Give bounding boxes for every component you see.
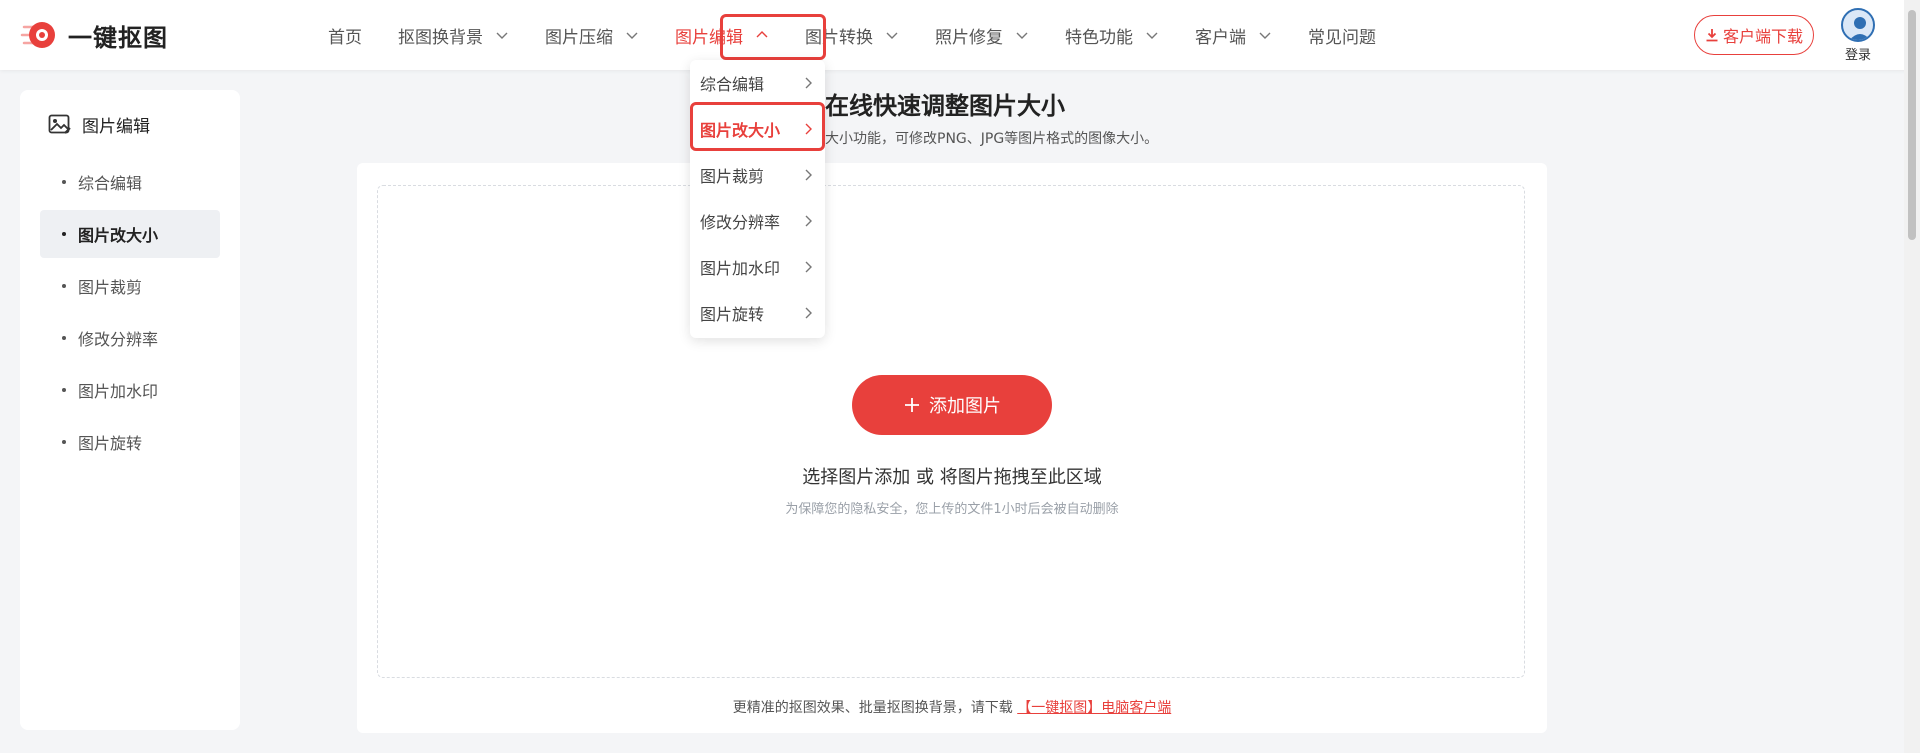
nav-client[interactable]: 客户端 [1177, 0, 1290, 70]
chevron-right-icon [805, 77, 812, 89]
page-subtitle: 大小功能，可修改PNG、JPG等图片格式的图像大小。 [825, 131, 1159, 147]
chevron-right-icon [805, 307, 812, 319]
chevron-down-icon [496, 32, 508, 39]
nav-special-features[interactable]: 特色功能 [1047, 0, 1177, 70]
sidebar-item-crop[interactable]: 图片裁剪 [40, 262, 220, 310]
sidebar-item-rotate[interactable]: 图片旋转 [40, 418, 220, 466]
avatar-icon [1841, 8, 1875, 42]
dropdown-item-crop[interactable]: 图片裁剪 [690, 152, 825, 198]
sidebar-item-resolution[interactable]: 修改分辨率 [40, 314, 220, 362]
nav-image-compress[interactable]: 图片压缩 [527, 0, 657, 70]
nav-photo-repair[interactable]: 照片修复 [917, 0, 1047, 70]
plus-icon [905, 398, 919, 412]
chevron-down-icon [1259, 32, 1271, 39]
logo-icon [20, 17, 56, 53]
footer-note: 更精准的抠图效果、批量抠图换背景，请下载 【一键抠图】电脑客户端 [732, 700, 1172, 716]
page-scrollbar[interactable] [1904, 0, 1920, 753]
image-edit-icon [48, 114, 71, 134]
main-nav: 首页 抠图换背景 图片压缩 图片编辑 图片转换 照片修复 特色功能 客户端 常见… [310, 0, 1394, 70]
chevron-down-icon [886, 32, 898, 39]
page-title: 在线快速调整图片大小 [825, 92, 1065, 120]
nav-home[interactable]: 首页 [310, 0, 380, 70]
dropdown-item-resolution[interactable]: 修改分辨率 [690, 198, 825, 244]
client-download-button[interactable]: 客户端下载 [1694, 15, 1814, 55]
sidebar: 图片编辑 综合编辑 图片改大小 图片裁剪 修改分辨率 图片加水印 图片旋转 [20, 90, 240, 730]
client-download-link[interactable]: 【一键抠图】电脑客户端 [1017, 700, 1171, 716]
chevron-right-icon [805, 215, 812, 227]
privacy-note: 为保障您的隐私安全，您上传的文件1小时后会被自动删除 [785, 502, 1119, 517]
nav-faq[interactable]: 常见问题 [1290, 0, 1394, 70]
drop-hint: 选择图片添加 或 将图片拖拽至此区域 [802, 467, 1102, 488]
sidebar-item-watermark[interactable]: 图片加水印 [40, 366, 220, 414]
brand-logo[interactable]: 一键抠图 [20, 17, 168, 53]
add-image-button[interactable]: 添加图片 [852, 375, 1052, 435]
sidebar-item-resize[interactable]: 图片改大小 [40, 210, 220, 258]
scrollbar-thumb[interactable] [1908, 10, 1916, 240]
chevron-right-icon [805, 261, 812, 273]
chevron-down-icon [1016, 32, 1028, 39]
nav-active-highlight [720, 14, 826, 60]
brand-name: 一键抠图 [68, 23, 168, 52]
login-button[interactable]: 登录 [1840, 8, 1876, 63]
chevron-down-icon [1146, 32, 1158, 39]
upload-panel [357, 163, 1547, 733]
sidebar-item-general-edit[interactable]: 综合编辑 [40, 158, 220, 206]
top-header: 一键抠图 首页 抠图换背景 图片压缩 图片编辑 图片转换 照片修复 特色功能 客… [0, 0, 1920, 70]
chevron-down-icon [626, 32, 638, 39]
dropdown-item-watermark[interactable]: 图片加水印 [690, 244, 825, 290]
dropdown-item-general-edit[interactable]: 综合编辑 [690, 60, 825, 106]
dropdown-item-rotate[interactable]: 图片旋转 [690, 290, 825, 336]
chevron-right-icon [805, 169, 812, 181]
nav-cutout-background[interactable]: 抠图换背景 [380, 0, 527, 70]
dropdown-active-highlight [690, 102, 825, 151]
sidebar-title: 图片编辑 [48, 112, 150, 137]
login-label: 登录 [1844, 48, 1871, 63]
download-icon [1706, 29, 1718, 42]
